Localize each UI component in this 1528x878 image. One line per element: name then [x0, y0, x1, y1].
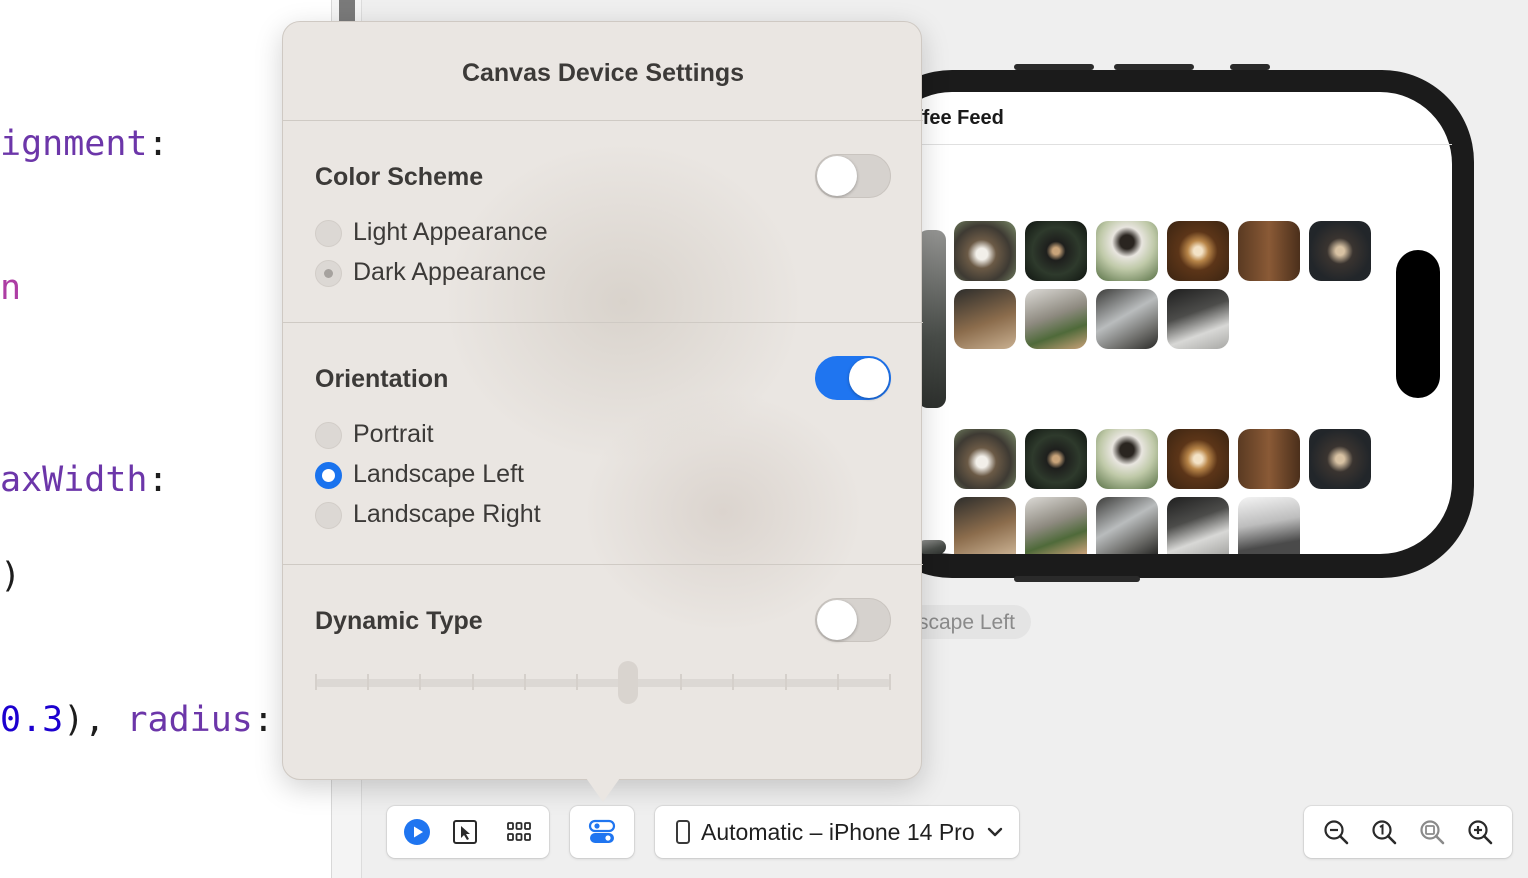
coffee-thumbnail[interactable]: [1167, 429, 1229, 489]
device-selector-label: Automatic – iPhone 14 Pro: [701, 819, 975, 845]
coffee-thumbnail[interactable]: [1096, 289, 1158, 349]
featured-photo[interactable]: [918, 540, 946, 554]
coffee-thumbnail[interactable]: [1096, 221, 1158, 281]
coffee-thumbnail[interactable]: [1309, 429, 1371, 489]
preview-mode-group: [387, 806, 549, 858]
code-line-1: ignment:: [0, 124, 169, 164]
chevron-down-icon: [987, 827, 1003, 837]
radio-label: Landscape Right: [353, 500, 541, 528]
code-line-3: axWidth:: [0, 460, 169, 500]
dynamic-island: [1396, 250, 1440, 398]
device-icon: [676, 820, 690, 844]
device-side-button: [1114, 64, 1194, 70]
live-preview-icon[interactable]: [403, 818, 431, 846]
dynamic-type-slider[interactable]: [315, 679, 891, 687]
app-nav-title: ffee Feed: [916, 107, 1004, 129]
radio-label: Landscape Left: [353, 460, 524, 488]
radio-button[interactable]: [315, 502, 342, 529]
slider-tick: [732, 674, 735, 690]
code-token-punct: ): [0, 556, 22, 596]
device-settings-button[interactable]: [570, 806, 634, 858]
zoom-actual-size-icon[interactable]: [1370, 818, 1398, 846]
selectable-mode-icon[interactable]: [451, 818, 479, 846]
device-power-button: [1014, 576, 1140, 582]
slider-tick: [575, 674, 578, 690]
coffee-thumbnail[interactable]: [1025, 429, 1087, 489]
coffee-thumbnail[interactable]: [1096, 429, 1158, 489]
section-divider: [283, 322, 923, 323]
toggle-knob: [817, 156, 857, 196]
code-token-keyword: ignment: [0, 124, 148, 164]
code-line-4: ): [0, 556, 21, 596]
radio-label: Portrait: [353, 420, 434, 448]
popover-arrow: [586, 778, 620, 802]
coffee-thumbnail[interactable]: [1025, 497, 1087, 554]
featured-photo[interactable]: [918, 230, 946, 408]
device-selector[interactable]: Automatic – iPhone 14 Pro: [655, 806, 1019, 858]
section-divider: [283, 120, 923, 121]
coffee-thumbnail[interactable]: [1025, 289, 1087, 349]
radio-label: Dark Appearance: [353, 258, 547, 286]
dynamic-type-heading: Dynamic Type: [315, 607, 483, 635]
coffee-thumbnail[interactable]: [954, 429, 1016, 489]
coffee-thumbnail[interactable]: [1025, 221, 1087, 281]
orientation-toggle[interactable]: [815, 356, 891, 400]
zoom-in-icon[interactable]: [1466, 818, 1494, 846]
device-side-button: [1230, 64, 1270, 70]
radio-button[interactable]: [315, 220, 342, 247]
coffee-thumbnail[interactable]: [954, 221, 1016, 281]
coffee-thumbnail[interactable]: [1167, 289, 1229, 349]
toggle-knob: [849, 358, 889, 398]
code-token-number: 0.3: [0, 700, 64, 740]
coffee-thumbnail[interactable]: [954, 497, 1016, 554]
slider-tick: [315, 674, 317, 690]
variants-grid-icon[interactable]: [505, 818, 533, 846]
coffee-thumbnail[interactable]: [1238, 221, 1300, 281]
zoom-to-fit-icon[interactable]: [1418, 818, 1446, 846]
canvas-device-settings-popover: Canvas Device Settings Color Scheme Ligh…: [282, 21, 923, 780]
code-token-punct: ),: [63, 700, 127, 740]
code-token-keyword: axWidth: [0, 460, 148, 500]
code-token-punct: :: [252, 700, 274, 740]
coffee-thumbnail[interactable]: [1096, 497, 1158, 554]
code-token-punct: :: [147, 460, 169, 500]
slider-tick: [471, 674, 474, 690]
slider-tick: [836, 674, 839, 690]
nav-separator: [880, 144, 1452, 145]
radio-label: Light Appearance: [353, 218, 548, 246]
slider-thumb[interactable]: [618, 661, 639, 704]
device-side-button: [1014, 64, 1094, 70]
slider-tick: [889, 674, 891, 690]
slider-tick: [523, 674, 526, 690]
code-token-punct: :: [147, 124, 169, 164]
code-line-2: n: [0, 268, 21, 308]
coffee-thumbnail[interactable]: [1167, 221, 1229, 281]
scroll-indicator[interactable]: [339, 0, 355, 22]
section-divider: [283, 564, 923, 565]
slider-tick: [784, 674, 787, 690]
slider-tick: [419, 674, 422, 690]
code-line-5: 0.3), radius:: [0, 700, 274, 740]
slider-tick: [367, 674, 370, 690]
color-scheme-toggle[interactable]: [815, 154, 891, 198]
coffee-thumbnail[interactable]: [1238, 429, 1300, 489]
device-settings-icon: [588, 819, 616, 843]
code-token-keyword: radius: [126, 700, 253, 740]
color-scheme-heading: Color Scheme: [315, 163, 484, 191]
coffee-thumbnail[interactable]: [1309, 221, 1371, 281]
coffee-thumbnail[interactable]: [954, 289, 1016, 349]
dynamic-type-toggle[interactable]: [815, 598, 891, 642]
code-token-keyword: n: [0, 268, 22, 308]
radio-button[interactable]: [315, 260, 342, 287]
orientation-heading: Orientation: [315, 365, 449, 393]
toggle-knob: [817, 600, 857, 640]
coffee-thumbnail[interactable]: [1167, 497, 1229, 554]
popover-title: Canvas Device Settings: [461, 59, 745, 87]
radio-button[interactable]: [315, 462, 342, 489]
coffee-thumbnail[interactable]: [1238, 497, 1300, 554]
zoom-out-icon[interactable]: [1322, 818, 1350, 846]
radio-button[interactable]: [315, 422, 342, 449]
zoom-controls: [1304, 806, 1512, 858]
slider-tick: [680, 674, 683, 690]
